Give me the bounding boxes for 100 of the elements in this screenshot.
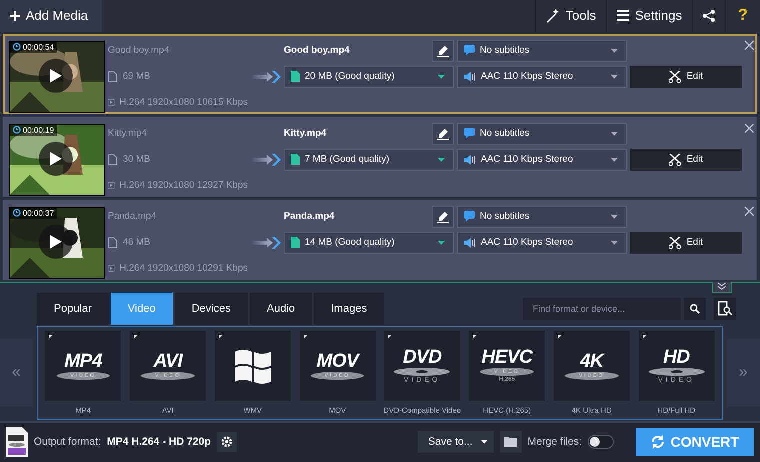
- subtitles-dropdown[interactable]: No subtitles: [457, 122, 627, 145]
- format-logo: AVI: [154, 352, 182, 371]
- format-logo: HD: [663, 348, 690, 367]
- output-format-value: MP4 H.264 - HD 720p: [107, 436, 211, 448]
- edit-button[interactable]: Edit: [630, 232, 742, 254]
- gear-icon: [221, 436, 233, 448]
- menu-icon: [617, 10, 630, 22]
- caret-icon: [611, 214, 618, 219]
- format-logo: MP4: [64, 352, 102, 371]
- speaker-icon: [464, 238, 476, 248]
- device-search-button[interactable]: [714, 298, 736, 320]
- edit-button[interactable]: Edit: [630, 66, 742, 88]
- audio-dropdown[interactable]: AAC 110 Kbps Stereo: [457, 66, 627, 88]
- file-card[interactable]: 00:00:37 Panda.mp4 46 MB H.264 1920x1080 10291 Kbps Panda.mp4 14 MB (Good quality) No subtitles AAC 110 Kbps Stereo Edit: [3, 200, 757, 280]
- save-to-button[interactable]: Save to...: [418, 431, 494, 454]
- output-size-dropdown[interactable]: 7 MB (Good quality): [284, 148, 454, 171]
- source-file-name: Kitty.mp4: [108, 128, 147, 140]
- disc-icon: [394, 368, 450, 376]
- duration-label: 00:00:19: [23, 126, 54, 135]
- arrow-icon: [251, 154, 281, 166]
- format-logo: 4K: [580, 352, 604, 371]
- edit-button[interactable]: Edit: [630, 148, 742, 171]
- close-icon: [745, 206, 754, 216]
- source-video-info: H.264 1920x1080 10615 Kbps: [120, 97, 248, 108]
- file-icon: [108, 70, 118, 83]
- file-icon: [291, 154, 300, 166]
- output-size-dropdown[interactable]: 14 MB (Good quality): [284, 232, 454, 254]
- rename-button[interactable]: [432, 206, 454, 228]
- magic-wand-icon: [546, 8, 560, 23]
- duration-label: 00:00:54: [23, 42, 54, 52]
- format-tab[interactable]: Popular: [37, 292, 109, 325]
- pencil-icon: [437, 44, 449, 57]
- add-media-button[interactable]: Add Media: [0, 0, 102, 32]
- speaker-icon: [464, 72, 476, 82]
- source-file-size: 46 MB: [123, 237, 150, 248]
- subtitles-dropdown[interactable]: No subtitles: [457, 206, 627, 228]
- output-file-name: Kitty.mp4: [284, 128, 327, 140]
- file-icon: [291, 71, 300, 82]
- film-icon: [108, 97, 115, 108]
- caret-icon: [611, 158, 618, 162]
- format-logo: DVD: [403, 348, 442, 367]
- search-icon: [690, 304, 700, 314]
- caret-icon: [480, 440, 488, 444]
- format-tab[interactable]: Devices: [174, 292, 248, 325]
- format-logo: HEVC: [482, 348, 533, 368]
- search-field[interactable]: Find format or device...: [523, 298, 681, 320]
- source-file-size: 30 MB: [123, 154, 150, 166]
- share-icon: [703, 10, 716, 22]
- rename-button[interactable]: [432, 40, 454, 62]
- file-icon: [6, 427, 28, 458]
- caret-icon: [611, 48, 618, 53]
- scissors-icon: [668, 70, 681, 83]
- file-card[interactable]: 00:00:19 Kitty.mp4 30 MB H.264 1920x1080 12927 Kbps Kitty.mp4 7 MB (Good quality) No subtitles AAC 110 Kbps Stereo Edit: [3, 116, 757, 197]
- audio-dropdown[interactable]: AAC 110 Kbps Stereo: [457, 232, 627, 254]
- clock-icon: [13, 126, 21, 134]
- plus-icon: [10, 10, 20, 21]
- speech-bubble-icon: [464, 45, 475, 56]
- source-file-name: Good boy.mp4: [108, 45, 170, 56]
- disc-icon: [648, 368, 705, 376]
- rename-button[interactable]: [432, 122, 454, 145]
- caret-icon: [611, 240, 618, 245]
- refresh-icon: [650, 435, 665, 450]
- file-icon: [108, 236, 118, 249]
- file-icon: [108, 154, 118, 166]
- subtitles-dropdown[interactable]: No subtitles: [457, 40, 627, 62]
- file-card[interactable]: 00:00:54 Good boy.mp4 69 MB H.264 1920x1080 10615 Kbps Good boy.mp4 20 MB (Good quality) No subtitles AAC 110 Kbps Stereo Edit: [3, 34, 757, 114]
- scissors-icon: [668, 154, 681, 166]
- speech-bubble-icon: [464, 128, 475, 140]
- format-logo: MOV: [316, 352, 359, 371]
- arrow-icon: [251, 236, 281, 249]
- caret-icon: [438, 74, 445, 79]
- phone-search-icon: [717, 300, 733, 317]
- caret-icon: [611, 74, 618, 79]
- source-video-info: H.264 1920x1080 10291 Kbps: [120, 263, 248, 274]
- duration-label: 00:00:37: [23, 208, 54, 218]
- audio-dropdown[interactable]: AAC 110 Kbps Stereo: [457, 148, 627, 171]
- scissors-icon: [668, 236, 681, 249]
- film-icon: [108, 263, 115, 274]
- output-format-label: Output format:: [34, 436, 102, 448]
- clock-icon: [13, 43, 21, 52]
- source-video-info: H.264 1920x1080 12927 Kbps: [120, 180, 248, 192]
- folder-icon: [504, 437, 518, 448]
- close-icon: [745, 40, 754, 50]
- speaker-icon: [464, 154, 476, 165]
- caret-icon: [438, 158, 445, 162]
- settings-button[interactable]: [217, 432, 237, 452]
- output-size-dropdown[interactable]: 20 MB (Good quality): [284, 66, 454, 88]
- folder-button[interactable]: [500, 431, 522, 454]
- pencil-icon: [437, 128, 449, 140]
- pencil-icon: [437, 210, 449, 223]
- source-file-size: 69 MB: [123, 71, 150, 82]
- merge-toggle[interactable]: [588, 435, 614, 450]
- format-tab[interactable]: Audio: [250, 292, 312, 325]
- close-icon: [745, 124, 754, 133]
- caret-icon: [611, 132, 618, 136]
- format-tab[interactable]: Images: [314, 292, 384, 325]
- speech-bubble-icon: [464, 211, 475, 222]
- search-button[interactable]: [684, 298, 706, 320]
- expand-icon[interactable]: [718, 283, 726, 290]
- arrow-icon: [251, 70, 281, 83]
